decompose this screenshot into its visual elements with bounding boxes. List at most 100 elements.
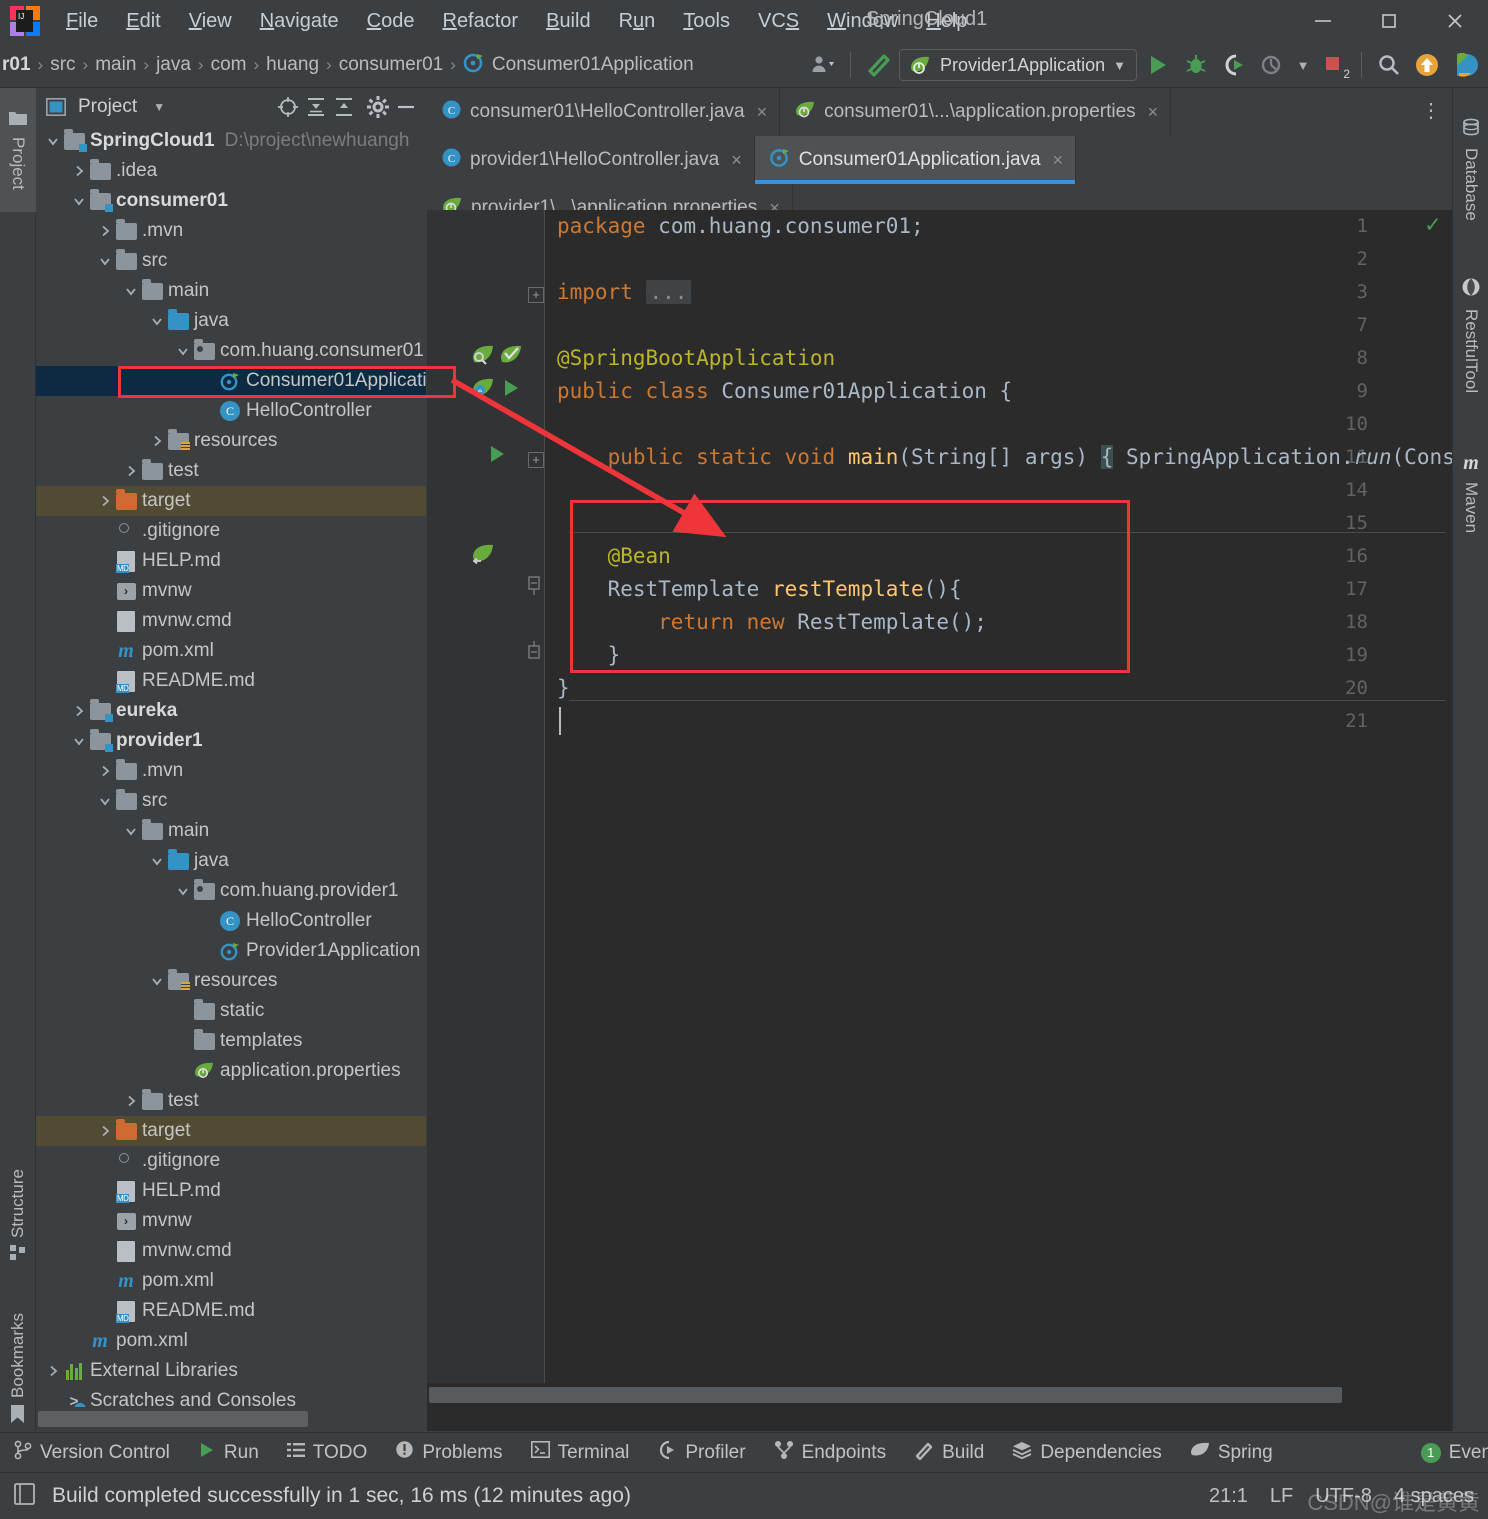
tree-node-consumer01[interactable]: consumer01 [36,186,426,216]
bottom-tab-terminal[interactable]: Terminal [517,1441,644,1464]
bottom-tab-dependencies[interactable]: Dependencies [998,1441,1175,1465]
tree-node-help-md[interactable]: HELP.md [36,546,426,576]
tree-node-external-libraries[interactable]: External Libraries [36,1356,426,1386]
bottom-tab-build[interactable]: Build [900,1440,998,1466]
sidebar-item-bookmarks[interactable]: Bookmarks [0,1293,36,1448]
chevron-right-icon[interactable] [148,434,166,448]
tree-node-com-huang-provider1[interactable]: com.huang.provider1 [36,876,426,906]
hide-panel-button[interactable] [392,93,420,121]
tree-node-application-properties[interactable]: application.properties [36,1056,426,1086]
menu-edit[interactable]: Edit [112,6,174,37]
select-opened-file-button[interactable] [274,93,302,121]
chevron-right-icon[interactable] [96,224,114,238]
breadcrumb-item-3[interactable]: java [149,54,198,76]
tree-node-pom-xml[interactable]: m pom.xml [36,636,426,666]
menu-vcs[interactable]: VCS [744,6,813,37]
close-icon[interactable]: × [1148,102,1159,123]
maximize-icon[interactable] [1356,0,1422,42]
tree-node-test[interactable]: test [36,1086,426,1116]
breadcrumb-item-2[interactable]: main [88,54,143,76]
fold-region-start-icon[interactable] [527,576,540,601]
tree-node--mvn[interactable]: .mvn [36,756,426,786]
menu-build[interactable]: Build [532,6,604,37]
tree-node-consumer01application[interactable]: Consumer01Application [36,366,426,396]
tree-node-java[interactable]: java [36,846,426,876]
minimize-icon[interactable] [1290,0,1356,42]
editor-hscrollbar-track[interactable] [427,1383,1452,1407]
tree-node-help-md[interactable]: HELP.md [36,1176,426,1206]
tree-node-pom-xml[interactable]: m pom.xml [36,1266,426,1296]
bottom-tab-event-log[interactable]: 1 Event Log [1407,1442,1488,1464]
bottom-tab-endpoints[interactable]: Endpoints [760,1440,901,1466]
chevron-right-icon[interactable] [96,764,114,778]
spring-bean-search-icon[interactable] [471,343,495,372]
tree-node-readme-md[interactable]: README.md [36,666,426,696]
profiler-button[interactable] [1255,48,1289,82]
status-message[interactable]: Build completed successfully in 1 sec, 1… [52,1484,631,1508]
tree-node-main[interactable]: main [36,816,426,846]
run-button[interactable] [1141,48,1175,82]
close-icon[interactable] [1422,0,1488,42]
sidebar-item-restfultool[interactable]: RestfulTool [1453,248,1488,423]
tree-node-src[interactable]: src [36,786,426,816]
code-editor[interactable]: 1 2 3 7 8 9 10 11 14 15 16 17 18 19 20 2… [427,210,1452,1407]
breadcrumb-item-7[interactable]: Consumer01Application [456,51,701,79]
tree-node-src[interactable]: src [36,246,426,276]
spring-bean-icon[interactable]: e [471,376,495,405]
chevron-right-icon[interactable] [70,704,88,718]
chevron-right-icon[interactable] [70,164,88,178]
tree-node-templates[interactable]: templates [36,1026,426,1056]
bottom-tab-profiler[interactable]: Profiler [643,1440,759,1466]
tab-consumer01application[interactable]: Consumer01Application.java × [754,136,1077,184]
update-project-button[interactable] [1410,48,1444,82]
build-hammer-icon[interactable] [861,48,895,82]
menu-navigate[interactable]: Navigate [246,6,353,37]
chevron-down-icon[interactable] [44,134,62,148]
chevron-right-icon[interactable] [96,1124,114,1138]
profiler-dropdown-icon[interactable]: ▼ [1293,48,1313,82]
tab-consumer01-hellocontroller[interactable]: C consumer01\HelloController.java × [427,88,781,136]
fold-region-end-icon[interactable] [527,640,540,665]
menu-view[interactable]: View [175,6,246,37]
breadcrumb-item-4[interactable]: com [204,54,254,76]
editor-hscrollbar-thumb[interactable] [429,1387,1342,1403]
menu-tools[interactable]: Tools [669,6,744,37]
tree-node-com-huang-consumer01[interactable]: com.huang.consumer01 [36,336,426,366]
inspection-ok-icon[interactable]: ✓ [1426,210,1440,238]
expand-all-button[interactable] [302,93,330,121]
tree-node-main[interactable]: main [36,276,426,306]
chevron-down-icon[interactable] [70,194,88,208]
menu-refactor[interactable]: Refactor [428,6,532,37]
tree-node-java[interactable]: java [36,306,426,336]
tree-node-resources[interactable]: resources [36,426,426,456]
breadcrumb-item-1[interactable]: src [43,54,82,76]
search-everywhere-button[interactable] [1372,48,1406,82]
chevron-down-icon[interactable] [96,794,114,808]
tree-node-test[interactable]: test [36,456,426,486]
tab-consumer01-application-properties[interactable]: consumer01\...\application.properties × [780,88,1172,136]
tree-node-provider1application[interactable]: Provider1Application [36,936,426,966]
fold-expand-icon[interactable]: + [528,452,544,468]
chevron-down-icon[interactable] [96,254,114,268]
sidebar-item-database[interactable]: Database [1453,94,1488,244]
tree-node-resources[interactable]: resources [36,966,426,996]
code-content[interactable]: package com.huang.consumer01; import ...… [545,210,1452,1407]
stop-button[interactable]: 2 [1317,48,1351,82]
tree-node-mvnw-cmd[interactable]: mvnw.cmd [36,606,426,636]
chevron-down-icon[interactable] [70,734,88,748]
run-with-coverage-button[interactable] [1217,48,1251,82]
tree-node-mvnw[interactable]: › mvnw [36,1206,426,1236]
tree-node-readme-md[interactable]: README.md [36,1296,426,1326]
debug-button[interactable] [1179,48,1213,82]
chevron-right-icon[interactable] [122,464,140,478]
menu-run[interactable]: Run [605,6,670,37]
tree-node--gitignore[interactable]: .gitignore [36,1146,426,1176]
chevron-down-icon[interactable] [122,824,140,838]
tree-node-mvnw-cmd[interactable]: mvnw.cmd [36,1236,426,1266]
chevron-down-icon[interactable]: ▼ [145,93,173,121]
project-panel-hscrollbar-thumb[interactable] [38,1411,308,1427]
close-icon[interactable]: × [731,150,742,171]
sidebar-item-maven[interactable]: m Maven [1453,428,1488,558]
chevron-down-icon[interactable] [148,854,166,868]
tree-node-mvnw[interactable]: › mvnw [36,576,426,606]
